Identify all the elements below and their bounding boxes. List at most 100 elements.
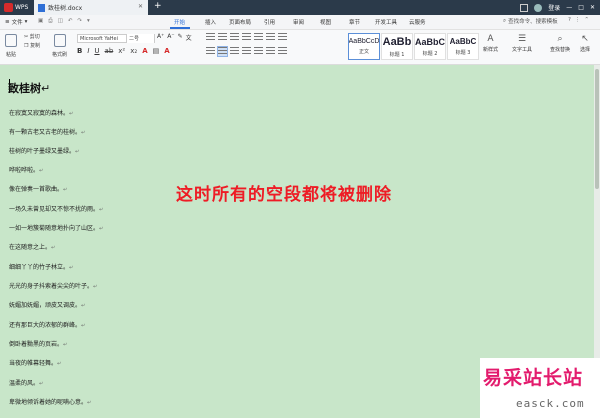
show-marks-icon[interactable]: [278, 33, 287, 42]
underline-icon[interactable]: U: [94, 47, 99, 55]
increase-indent-icon[interactable]: [242, 33, 251, 42]
paragraph[interactable]: 当夜的帷幕轻舞。↵: [9, 358, 61, 367]
paragraph[interactable]: 桂树的叶子墨绿又墨绿。↵: [9, 146, 79, 155]
find-replace-button[interactable]: ⌕ 查找替换: [550, 34, 570, 53]
paragraph[interactable]: 一如一地簇菊随意地扑向了山区。↵: [9, 223, 103, 232]
style-label: 标题 3: [455, 50, 471, 56]
numbered-list-icon[interactable]: [218, 33, 227, 42]
magnifier-icon: ⌕: [557, 34, 563, 44]
document-title-text: 致桂树: [8, 82, 41, 95]
line-spacing-icon[interactable]: [266, 47, 275, 56]
copy-button[interactable]: ❐ 复制: [24, 42, 40, 49]
style-normal[interactable]: AaBbCcD 正文: [348, 33, 380, 60]
paragraph[interactable]: 还有那巨大的浓郁的群峰。↵: [9, 320, 85, 329]
paragraph[interactable]: 温柔的风。↵: [9, 378, 43, 387]
style-heading-2[interactable]: AaBbC 标题 2: [414, 33, 446, 60]
paragraph[interactable]: 像在弹奏一首歌曲。↵: [9, 184, 67, 193]
subscript-icon[interactable]: x₂: [130, 47, 137, 55]
justify-icon[interactable]: [242, 47, 251, 56]
file-menu[interactable]: ≡ 文件 ▾: [5, 18, 27, 26]
paragraph[interactable]: 倒卧着黝黑的页岩。↵: [9, 339, 67, 348]
pinyin-icon[interactable]: 文: [186, 33, 192, 42]
clear-format-icon[interactable]: ✎: [178, 33, 183, 42]
style-label: 标题 2: [422, 50, 438, 57]
undo-icon[interactable]: ↶: [68, 18, 73, 25]
font-color-icon[interactable]: A: [142, 47, 147, 55]
shrink-font-icon[interactable]: A⁻: [167, 33, 174, 42]
text-tool-button[interactable]: ☰ 文字工具: [512, 34, 532, 53]
login-button[interactable]: 登录: [548, 3, 560, 12]
tab-insert[interactable]: 插入: [205, 18, 216, 26]
tab-references[interactable]: 引用: [264, 18, 275, 26]
strikethrough-icon[interactable]: ab: [105, 47, 114, 55]
command-search[interactable]: ⌕ 查找命令、搜索模板: [503, 17, 558, 26]
tab-view[interactable]: 视图: [320, 18, 331, 26]
paragraph[interactable]: 在寂寞又寂寞的森林。↵: [9, 108, 73, 117]
style-heading-1[interactable]: AaBb 标题 1: [381, 33, 413, 60]
sort-icon[interactable]: [266, 33, 275, 42]
italic-icon[interactable]: I: [87, 47, 89, 55]
paragraph[interactable]: 哗啦哗啦。↵: [9, 165, 43, 174]
decrease-indent-icon[interactable]: [230, 33, 239, 42]
tab-developer[interactable]: 开发工具: [375, 18, 397, 26]
paragraph[interactable]: 在这随意之上。↵: [9, 242, 55, 251]
chinese-layout-icon[interactable]: [254, 33, 263, 42]
bold-icon[interactable]: B: [77, 47, 82, 55]
tab-cloud[interactable]: 云服务: [409, 18, 426, 26]
maximize-icon[interactable]: □: [578, 4, 584, 11]
font-size-select[interactable]: 二号: [126, 34, 154, 43]
more-icon[interactable]: ⋮: [575, 17, 581, 23]
tab-home[interactable]: 开始: [174, 18, 185, 26]
cut-button[interactable]: ✂ 剪切: [24, 33, 40, 40]
paragraph[interactable]: 妩媚加妩媚，顽皮又调皮。↵: [9, 300, 85, 309]
paragraph-mark-icon: ↵: [99, 226, 104, 232]
tab-review[interactable]: 审阅: [293, 18, 304, 26]
print-icon[interactable]: ⎙: [48, 18, 52, 25]
close-window-icon[interactable]: ✕: [590, 4, 595, 11]
bullet-list-icon[interactable]: [206, 33, 215, 42]
grow-font-icon[interactable]: A⁺: [157, 33, 164, 42]
document-title[interactable]: 致桂树↵: [8, 80, 50, 96]
align-right-icon[interactable]: [230, 47, 239, 56]
distributed-icon[interactable]: [254, 47, 263, 56]
save-icon[interactable]: ▣: [38, 18, 43, 25]
borders-icon[interactable]: [278, 47, 287, 56]
window-icon[interactable]: [520, 3, 529, 12]
align-left-icon[interactable]: [206, 47, 215, 56]
tab-page-layout[interactable]: 页面布局: [229, 18, 251, 26]
select-label: 选择: [580, 47, 591, 53]
paste-button[interactable]: 粘贴: [5, 34, 17, 58]
wps-logo-icon: [4, 3, 13, 12]
chevron-down-icon[interactable]: ▾: [87, 18, 90, 25]
new-style-button[interactable]: A 新样式: [483, 34, 498, 53]
format-painter-button[interactable]: 格式刷: [52, 34, 67, 58]
select-button[interactable]: ↖ 选择: [580, 34, 590, 53]
paragraph-text: 像在弹奏一首歌曲。: [9, 186, 64, 193]
new-tab-button[interactable]: +: [154, 1, 162, 11]
paragraph[interactable]: 光光的身子抖索着尖尖的叶子。↵: [9, 281, 97, 290]
app-logo[interactable]: WPS: [4, 2, 28, 13]
highlight-icon[interactable]: ▤: [153, 47, 160, 55]
superscript-icon[interactable]: x²: [118, 47, 125, 55]
minimize-icon[interactable]: —: [566, 4, 572, 11]
chevron-up-icon[interactable]: ⌃: [584, 17, 589, 23]
paragraph-mark-icon: ↵: [99, 207, 104, 213]
brush-icon: [53, 34, 66, 47]
paragraph[interactable]: 一场久未曾见却又不惊不扰的雨。↵: [9, 204, 103, 213]
style-heading-3[interactable]: AaBbC 标题 3: [447, 33, 479, 60]
document-tab[interactable]: 致桂树.docx ✕: [34, 0, 148, 15]
preview-icon[interactable]: ◫: [58, 18, 63, 25]
paragraph[interactable]: 细细丫丫的竹子林立。↵: [9, 262, 73, 271]
watermark-url: easck.com: [516, 397, 585, 410]
avatar[interactable]: [534, 3, 543, 12]
tab-chapters[interactable]: 章节: [349, 18, 360, 26]
paragraph[interactable]: 卑微地倾诉着她的呢喃心意。↵: [9, 397, 91, 406]
align-center-icon[interactable]: [217, 46, 228, 57]
close-tab-icon[interactable]: ✕: [138, 3, 143, 10]
command-search-input[interactable]: 查找命令、搜索模板: [508, 17, 558, 25]
help-icon[interactable]: ?: [568, 17, 571, 23]
scrollbar-thumb[interactable]: [595, 69, 599, 189]
paragraph[interactable]: 有一颗古老又古老的桂树。↵: [9, 127, 85, 136]
redo-icon[interactable]: ↷: [77, 18, 82, 25]
text-effect-icon[interactable]: A: [164, 47, 169, 55]
